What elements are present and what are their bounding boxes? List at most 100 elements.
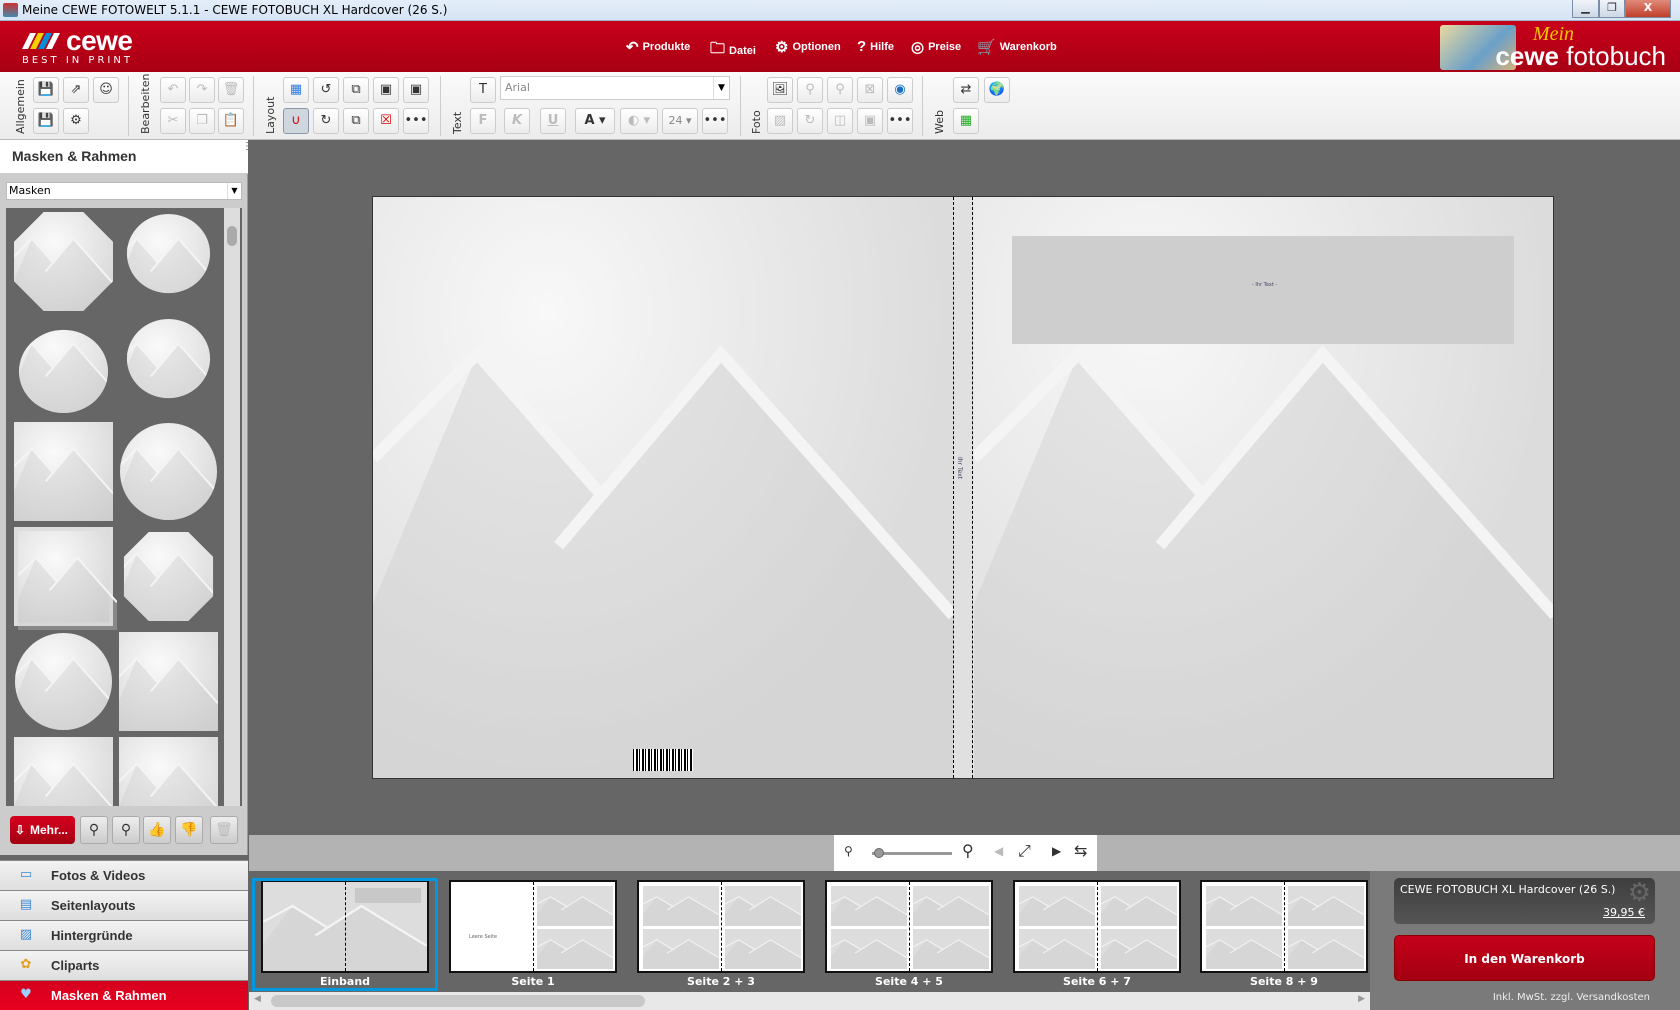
font-family-select[interactable]: Arial ▼ — [500, 76, 730, 100]
text-more-button[interactable]: ••• — [702, 108, 728, 134]
zoom-out-icon-button[interactable]: ⚲ — [80, 816, 108, 844]
gallery-scrollbar[interactable] — [224, 208, 240, 806]
menu-optionen[interactable]: ⚙ Optionen — [775, 38, 841, 56]
zoom-slider-handle[interactable] — [874, 848, 884, 858]
book-cover[interactable]: Ihr Text - Ihr Text - — [372, 196, 1554, 779]
layout-more-button[interactable]: ••• — [403, 108, 429, 134]
zoom-in-icon-button[interactable]: ⚲ — [112, 816, 140, 844]
grid-button[interactable]: ▦ — [283, 77, 309, 103]
copy-button[interactable]: ❐ — [189, 108, 215, 134]
redo-button[interactable]: ↷ — [189, 77, 215, 103]
save-as-button[interactable]: 💾 — [33, 108, 59, 134]
optimize-photo-button[interactable]: ⊠ — [857, 77, 883, 103]
cover-title-textbox[interactable]: - Ihr Text - — [1012, 236, 1514, 344]
spine-text[interactable]: Ihr Text — [956, 457, 963, 479]
mask-landscape-strip[interactable] — [14, 422, 113, 521]
photo-globe-button[interactable]: ◉ — [887, 77, 913, 103]
thumbnail-scrollbar[interactable]: ◀ ▶ — [249, 992, 1370, 1010]
remove-layout-button[interactable]: ☒ — [373, 108, 399, 134]
bring-forward-button[interactable]: ⧉ — [343, 77, 369, 103]
underline-button[interactable]: U — [540, 108, 566, 134]
save-button[interactable]: 💾 — [33, 77, 59, 103]
export-button[interactable]: ⇗ — [63, 77, 89, 103]
rotate-photo-button[interactable]: ↻ — [797, 108, 823, 134]
menu-preise[interactable]: ◎ Preise — [911, 38, 961, 56]
zoom-in-icon[interactable]: ⚲ — [962, 841, 974, 860]
page-thumbnail[interactable] — [1200, 880, 1368, 973]
add-photo-button[interactable]: 🖼 — [767, 77, 793, 103]
menu-datei[interactable]: 🗀 Datei — [710, 38, 756, 63]
sidebar-item-fotos-videos[interactable]: ▭ Fotos & Videos — [0, 860, 248, 890]
page-thumbnail[interactable]: Leere Seite — [449, 880, 617, 973]
book-spine[interactable]: Ihr Text — [953, 197, 973, 778]
trash-button[interactable]: 🗑 — [210, 816, 238, 844]
fit-screen-icon[interactable]: ⤢ — [1018, 841, 1031, 861]
zoom-in-photo-button[interactable]: ⚲ — [827, 77, 853, 103]
menu-produkte[interactable]: ↶ Produkte — [626, 38, 690, 56]
send-backward-button[interactable]: ⧉ — [343, 108, 369, 134]
undo-button[interactable]: ↶ — [160, 77, 186, 103]
save-layout-button[interactable]: ▣ — [403, 77, 429, 103]
font-size-select[interactable]: 24 ▾ — [662, 108, 698, 134]
web-add-button[interactable]: ▦ — [953, 108, 979, 134]
scrollbar-thumb[interactable] — [271, 995, 645, 1007]
sidebar-item-hintergruende[interactable]: ▨ Hintergründe — [0, 920, 248, 950]
add-to-cart-button[interactable]: In den Warenkorb — [1394, 935, 1655, 981]
scrollbar-thumb[interactable] — [227, 226, 237, 246]
paste-button[interactable]: 📋 — [218, 108, 244, 134]
mask-balloon[interactable] — [126, 213, 211, 294]
add-text-button[interactable]: T — [470, 77, 496, 103]
settings-button[interactable]: ⚙ — [63, 108, 89, 134]
mask-rectangle-strip[interactable] — [119, 737, 218, 806]
rotate-left-button[interactable]: ↺ — [313, 77, 339, 103]
next-page-icon[interactable]: ▶ — [1052, 844, 1061, 858]
photo-split-button[interactable]: ◫ — [827, 108, 853, 134]
italic-button[interactable]: K — [504, 108, 530, 134]
menu-warenkorb[interactable]: 🛒 Warenkorb — [977, 38, 1057, 56]
mask-soft-octagon[interactable] — [123, 531, 214, 622]
thumbs-down-button[interactable]: 👎 — [175, 816, 203, 844]
mask-octagon[interactable] — [14, 212, 113, 311]
zoom-out-icon[interactable]: ⚲ — [844, 844, 853, 858]
scroll-left-icon[interactable]: ◀ — [254, 994, 261, 1004]
sidebar-item-seitenlayouts[interactable]: ▤ Seitenlayouts — [0, 890, 248, 920]
mask-type-select[interactable]: Masken ▼ — [6, 182, 242, 200]
zoom-out-photo-button[interactable]: ⚲ — [797, 77, 823, 103]
close-button[interactable]: X — [1625, 0, 1671, 18]
next-layout-button[interactable]: ▣ — [373, 77, 399, 103]
more-button[interactable]: ⇩ Mehr... — [10, 816, 75, 844]
mask-framed-picture[interactable] — [14, 527, 117, 630]
magnet-button[interactable]: ∪ — [283, 108, 309, 134]
web-share-button[interactable]: ⇄ — [953, 77, 979, 103]
mask-balloon-shaded[interactable] — [126, 318, 211, 399]
back-cover[interactable] — [373, 197, 953, 778]
cut-button[interactable]: ✂ — [160, 108, 186, 134]
mask-split-panel[interactable] — [119, 632, 218, 731]
web-globe-button[interactable]: 🌍 — [984, 77, 1010, 103]
photo-frame-button[interactable]: ▣ — [857, 108, 883, 134]
thumbs-up-button[interactable]: 👍 — [143, 816, 171, 844]
menu-hilfe[interactable]: ? Hilfe — [857, 38, 894, 55]
previous-page-icon[interactable]: ◀ — [994, 844, 1003, 858]
rotate-right-button[interactable]: ↻ — [313, 108, 339, 134]
mask-baseball[interactable] — [14, 632, 113, 731]
fill-color-button[interactable]: ◐ ▾ — [620, 108, 658, 134]
photo-effects-button[interactable]: ▨ — [767, 108, 793, 134]
mask-rectangle[interactable] — [14, 737, 113, 806]
text-color-button[interactable]: A ▾ — [575, 108, 615, 134]
assistant-button[interactable]: ☺ — [93, 77, 119, 103]
delete-button[interactable]: 🗑 — [218, 77, 244, 103]
mask-apple[interactable] — [18, 329, 109, 414]
mask-basketball[interactable] — [119, 422, 218, 521]
product-price[interactable]: 39,95 € — [1603, 906, 1645, 919]
sidebar-item-masken-rahmen[interactable]: ♥ Masken & Rahmen — [0, 980, 248, 1010]
zoom-slider[interactable] — [872, 848, 952, 858]
minimize-button[interactable]: ▁ — [1572, 0, 1599, 18]
product-price-box[interactable]: CEWE FOTOBUCH XL Hardcover (26 S.) ⚙ 39,… — [1394, 878, 1655, 924]
sidebar-item-cliparts[interactable]: ✿ Cliparts — [0, 950, 248, 980]
page-thumbnail[interactable] — [825, 880, 993, 973]
page-thumbnail[interactable] — [1013, 880, 1181, 973]
bold-button[interactable]: F — [470, 108, 496, 134]
page-thumbnail[interactable] — [637, 880, 805, 973]
photo-more-button[interactable]: ••• — [887, 108, 913, 134]
